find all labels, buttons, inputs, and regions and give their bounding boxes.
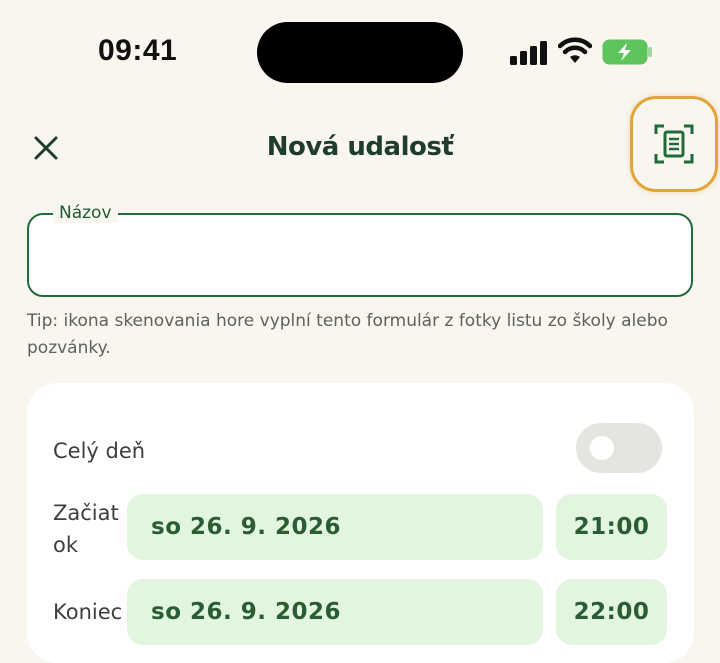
cellular-signal-icon — [510, 41, 547, 65]
end-date-picker[interactable]: so 26. 9. 2026 — [127, 579, 543, 645]
event-time-card: Celý deň Začiat ok so 26. 9. 2026 21:00 … — [27, 383, 694, 663]
start-date-picker[interactable]: so 26. 9. 2026 — [127, 494, 543, 560]
wifi-icon — [558, 37, 592, 63]
end-time-picker[interactable]: 22:00 — [556, 579, 667, 645]
name-field-label: Názov — [53, 203, 118, 223]
document-scan-icon — [654, 124, 694, 164]
scan-tip-text: Tip: ikona skenovania hore vyplní tento … — [27, 311, 668, 358]
name-input[interactable] — [47, 235, 671, 277]
page-title: Nová udalosť — [266, 132, 454, 162]
start-label: Začiat ok — [53, 497, 119, 561]
toggle-knob — [590, 436, 614, 460]
status-time: 09:41 — [98, 34, 178, 67]
end-label: Koniec — [53, 600, 123, 624]
name-field: Názov — [27, 203, 693, 297]
battery-charging-icon — [602, 39, 652, 65]
dynamic-island — [257, 22, 463, 83]
all-day-toggle[interactable] — [576, 423, 662, 473]
scan-document-button[interactable] — [630, 96, 718, 192]
start-label-line1: Začiat — [53, 501, 119, 525]
start-label-line2: ok — [53, 533, 79, 557]
start-time-picker[interactable]: 21:00 — [556, 494, 667, 560]
all-day-label: Celý deň — [53, 439, 146, 463]
